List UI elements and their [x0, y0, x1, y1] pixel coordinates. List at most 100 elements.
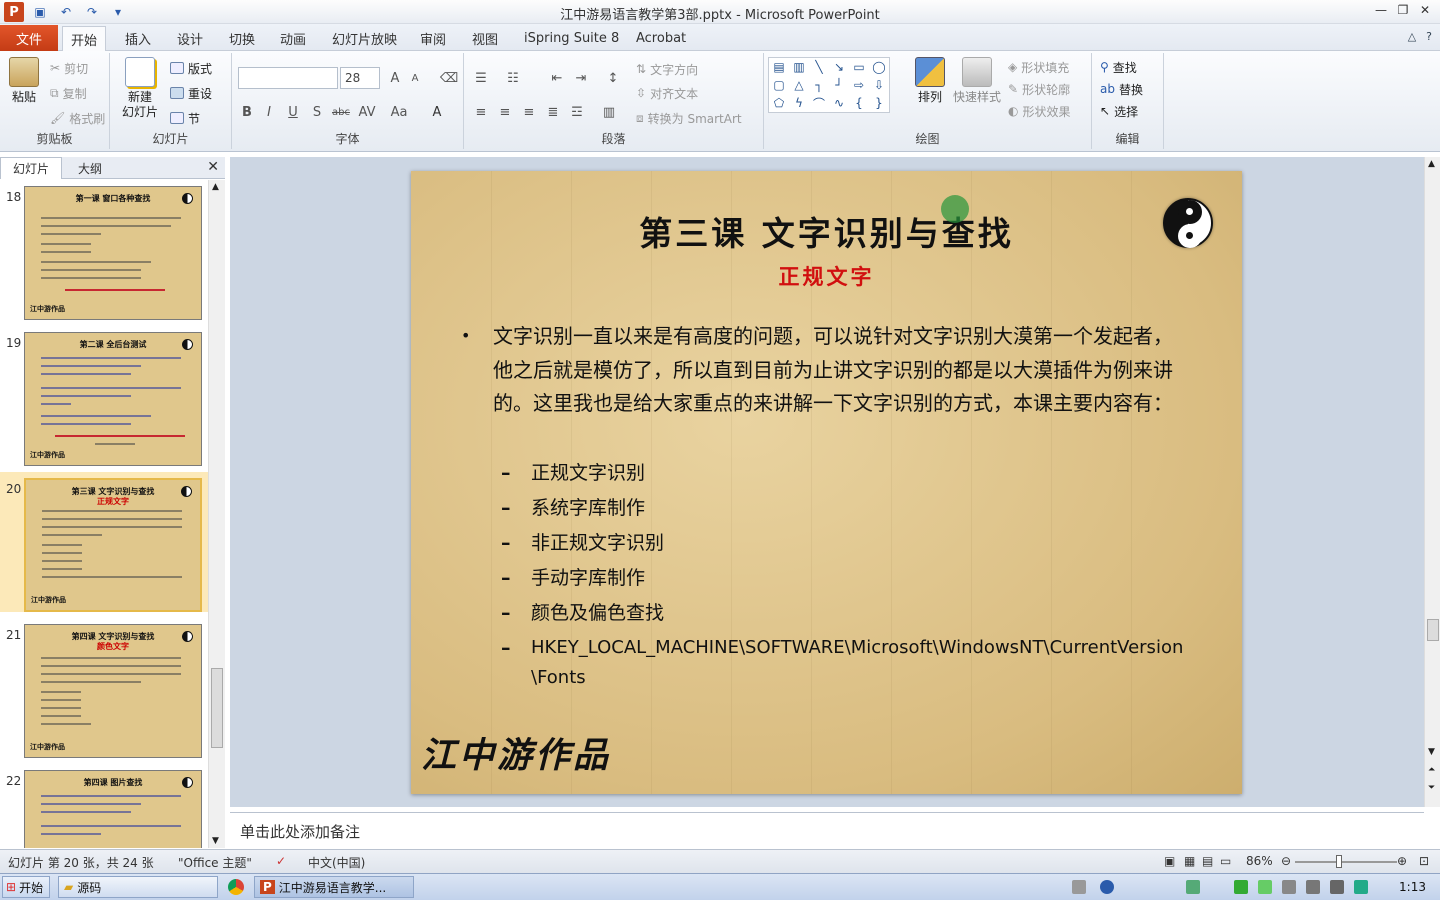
tab-acrobat[interactable]: Acrobat: [628, 26, 694, 51]
right-arrow-shape-icon[interactable]: ⇨: [854, 78, 864, 92]
slide-subtitle[interactable]: 正规文字: [411, 261, 1242, 291]
replace-button[interactable]: ab 替换: [1100, 79, 1143, 99]
thumbnail-slide-18[interactable]: 18 第一课 窗口各种查找 江中游作品: [0, 180, 208, 320]
left-brace-shape-icon[interactable]: {: [855, 96, 863, 110]
tab-transitions[interactable]: 切换: [221, 26, 263, 51]
shape-outline-button[interactable]: ✎ 形状轮廓: [1008, 79, 1070, 99]
shrink-font-icon[interactable]: A: [406, 69, 424, 87]
shapes-gallery[interactable]: ▤ ▥ ╲ ↘ ▭ ◯ ▢ △ ┐ ┘ ⇨ ⇩ ⬠ ϟ ⌒ ∿ { }: [768, 57, 890, 113]
layout-button[interactable]: 版式: [170, 58, 212, 78]
thumbnail-slide-22[interactable]: 22 第四课 图片查找: [0, 764, 208, 848]
zoom-out-icon[interactable]: ⊖: [1281, 854, 1291, 868]
elbow-arrow-shape-icon[interactable]: ┘: [835, 78, 842, 92]
italic-icon[interactable]: I: [260, 103, 278, 121]
close-button[interactable]: ✕: [1416, 2, 1434, 18]
arrange-button[interactable]: 排列: [910, 57, 950, 105]
star-shape-icon[interactable]: ⬠: [774, 96, 784, 110]
zoom-slider-thumb[interactable]: [1336, 855, 1342, 868]
textbox-shape-icon[interactable]: ▤: [773, 60, 784, 74]
copy-button[interactable]: ⧉ 复制: [50, 83, 87, 103]
normal-view-icon[interactable]: ▣: [1164, 854, 1175, 868]
font-color-icon[interactable]: A: [428, 103, 446, 121]
tab-outline-pane[interactable]: 大纲: [66, 157, 114, 179]
tab-insert[interactable]: 插入: [117, 26, 159, 51]
zoom-slider[interactable]: [1295, 861, 1397, 863]
tab-ispring[interactable]: iSpring Suite 8: [516, 26, 627, 51]
start-button[interactable]: ⊞ 开始: [2, 876, 50, 898]
line-spacing-icon[interactable]: ↕: [604, 69, 622, 87]
close-pane-icon[interactable]: ✕: [207, 159, 219, 175]
next-slide-icon[interactable]: ⏷: [1428, 783, 1435, 793]
slide-body-text[interactable]: 文字识别一直以来是有高度的问题，可以说针对文字识别大漠第一个发起者，他之后就是模…: [493, 320, 1185, 421]
display-icon[interactable]: [1306, 880, 1320, 894]
tab-design[interactable]: 设计: [169, 26, 211, 51]
thumbnail-slide-21[interactable]: 21 第四课 文字识别与查找 颜色文字 江中游作品: [0, 618, 208, 758]
line-shape-icon[interactable]: ╲: [815, 60, 822, 74]
slideshow-view-icon[interactable]: ▭: [1220, 854, 1231, 868]
theme-name[interactable]: "Office 主题": [178, 854, 252, 871]
tab-file[interactable]: 文件: [0, 25, 58, 51]
quick-styles-button[interactable]: 快速样式: [952, 57, 1002, 105]
underline-icon[interactable]: U: [284, 103, 302, 121]
reset-button[interactable]: 重设: [170, 83, 212, 103]
align-right-icon[interactable]: ≡: [520, 103, 538, 121]
security-icon[interactable]: [1354, 880, 1368, 894]
notes-placeholder[interactable]: 单击此处添加备注: [240, 821, 360, 842]
bullets-icon[interactable]: ☰: [472, 69, 490, 87]
font-name-combo[interactable]: [238, 67, 338, 89]
minimize-ribbon-icon[interactable]: △: [1408, 30, 1416, 43]
minimize-button[interactable]: —: [1372, 2, 1390, 18]
change-case-icon[interactable]: Aa: [390, 103, 408, 121]
slide-sorter-icon[interactable]: ▦: [1184, 854, 1195, 868]
tab-home[interactable]: 开始: [62, 26, 107, 52]
tab-slideshow[interactable]: 幻灯片放映: [324, 26, 405, 51]
sub-bullet-item[interactable]: – 系统字库制作: [501, 493, 1201, 523]
notes-pane[interactable]: 单击此处添加备注: [230, 812, 1424, 848]
clear-format-icon[interactable]: ⌫: [440, 69, 458, 87]
strikethrough-icon[interactable]: abc: [332, 103, 350, 121]
align-center-icon[interactable]: ≡: [496, 103, 514, 121]
thumbnail-slide-20[interactable]: 20 第三课 文字识别与查找 正规文字 江中游作品: [0, 472, 208, 612]
sub-bullet-item[interactable]: – HKEY_LOCAL_MACHINE\SOFTWARE\Microsoft\W…: [501, 633, 1201, 693]
bold-icon[interactable]: B: [238, 103, 256, 121]
zoom-in-icon[interactable]: ⊕: [1397, 854, 1407, 868]
thumbnail-slide-19[interactable]: 19 第二课 全后台测试 江中游作品: [0, 326, 208, 466]
scroll-down-arrow-icon[interactable]: ▼: [1428, 747, 1435, 757]
fit-slide-icon[interactable]: ⊡: [1419, 854, 1429, 868]
shape-effects-button[interactable]: ◐ 形状效果: [1008, 101, 1071, 121]
convert-smartart-button[interactable]: ⧈ 转换为 SmartArt: [636, 108, 742, 128]
find-button[interactable]: ⚲ 查找: [1100, 57, 1137, 77]
network-icon[interactable]: [1234, 880, 1248, 894]
right-brace-shape-icon[interactable]: }: [875, 96, 883, 110]
new-slide-button[interactable]: 新建 幻灯片: [116, 57, 164, 120]
format-painter-button[interactable]: 🖌 格式刷: [50, 108, 105, 128]
shape-fill-button[interactable]: ◈ 形状填充: [1008, 57, 1069, 77]
scroll-up-arrow-icon[interactable]: ▲: [212, 182, 219, 192]
current-slide[interactable]: 第三课 文字识别与查找 正规文字 • 文字识别一直以来是有高度的问题，可以说针对…: [411, 171, 1242, 794]
paste-button[interactable]: 粘贴: [6, 57, 42, 105]
text-direction-button[interactable]: ⇅ 文字方向: [636, 59, 698, 79]
grow-font-icon[interactable]: A: [386, 69, 404, 87]
thumbnails-scrollbar[interactable]: ▲ ▼: [208, 180, 225, 848]
scroll-down-arrow-icon[interactable]: ▼: [212, 836, 219, 846]
tab-review[interactable]: 审阅: [412, 26, 454, 51]
rounded-rect-shape-icon[interactable]: ▢: [773, 78, 784, 92]
zoom-level[interactable]: 86%: [1246, 854, 1273, 868]
keyboard-icon[interactable]: [1072, 880, 1086, 894]
lightning-shape-icon[interactable]: ϟ: [795, 96, 803, 110]
cut-button[interactable]: ✂ 剪切: [50, 58, 88, 78]
maximize-button[interactable]: ❐: [1394, 2, 1412, 18]
language-indicator[interactable]: 中文(中国): [308, 854, 365, 871]
shadow-icon[interactable]: S: [308, 103, 326, 121]
triangle-shape-icon[interactable]: △: [794, 78, 803, 92]
chat-icon[interactable]: [1258, 880, 1272, 894]
numbering-icon[interactable]: ☷: [504, 69, 522, 87]
previous-slide-icon[interactable]: ⏶: [1428, 765, 1435, 775]
align-left-icon[interactable]: ≡: [472, 103, 490, 121]
gamepad-icon[interactable]: [1186, 880, 1200, 894]
tab-view[interactable]: 视图: [464, 26, 506, 51]
sub-bullet-item[interactable]: – 颜色及偏色查找: [501, 598, 1201, 628]
align-text-button[interactable]: ⇳ 对齐文本: [636, 83, 698, 103]
scroll-up-arrow-icon[interactable]: ▲: [1428, 159, 1435, 169]
help-icon[interactable]: ?: [1426, 30, 1432, 43]
